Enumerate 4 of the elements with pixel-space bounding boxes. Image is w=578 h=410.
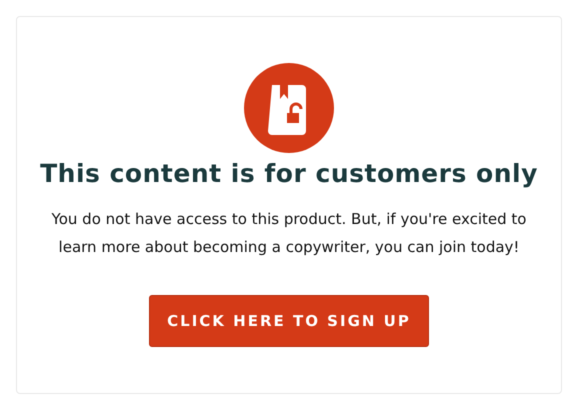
message: You do not have access to this product. But, if you're excited to learn more about becoming a copywriter, you can join today! — [50, 209, 528, 258]
locked-book-icon — [244, 63, 334, 153]
heading: This content is for customers only — [40, 158, 538, 190]
sign-up-button[interactable]: CLICK HERE TO SIGN UP — [149, 295, 429, 347]
